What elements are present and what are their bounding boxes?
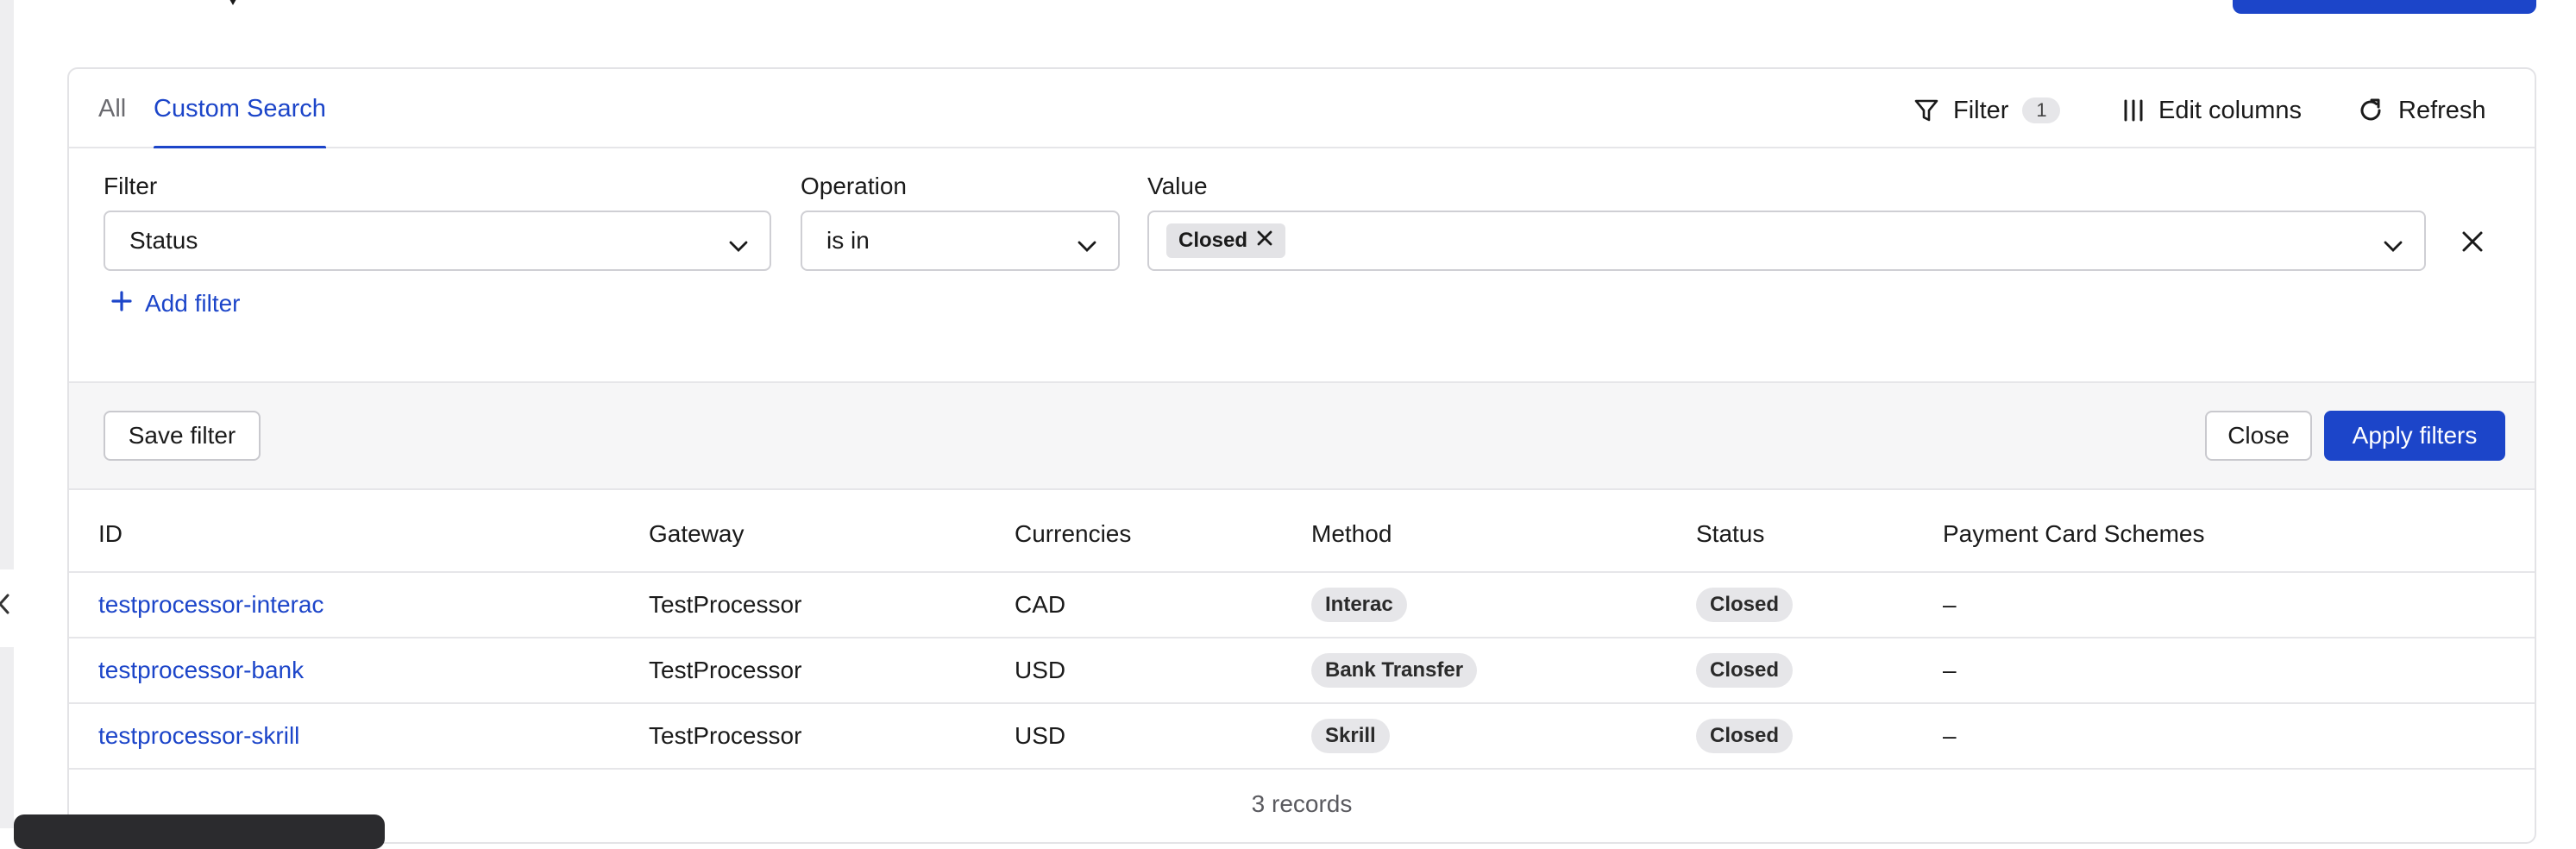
- refresh-icon: [2357, 97, 2384, 124]
- value-chip: Closed: [1166, 223, 1286, 258]
- filter-button[interactable]: Filter 1: [1913, 90, 2061, 131]
- filter-action-bar: Save filter Close Apply filters: [69, 383, 2535, 490]
- columns-icon: [2122, 98, 2145, 123]
- toast-notification-edge: [14, 814, 385, 849]
- column-header-gateway[interactable]: Gateway: [649, 490, 745, 571]
- filter-field-select[interactable]: Status: [104, 211, 771, 271]
- method-badge: Interac: [1311, 588, 1407, 622]
- status-badge: Closed: [1696, 719, 1794, 753]
- chevron-down-icon: [1077, 233, 1097, 261]
- table-row[interactable]: testprocessor-bank TestProcessor USD Ban…: [69, 638, 2535, 704]
- payment-methods-card: All Custom Search Filter 1 Edit columns …: [67, 67, 2536, 844]
- row-gateway: TestProcessor: [649, 657, 802, 683]
- chevron-down-icon: [2383, 233, 2403, 261]
- refresh-button[interactable]: Refresh: [2357, 90, 2486, 131]
- page-title-fragment: [221, 0, 290, 7]
- remove-filter-close-icon[interactable]: [2455, 224, 2490, 259]
- close-icon[interactable]: [1256, 229, 1273, 253]
- apply-filters-button[interactable]: Apply filters: [2324, 411, 2505, 461]
- row-gateway: TestProcessor: [649, 591, 802, 618]
- operation-select[interactable]: is in: [801, 211, 1120, 271]
- column-header-method[interactable]: Method: [1311, 490, 1392, 571]
- value-chip-label: Closed: [1178, 229, 1248, 252]
- edit-columns-button[interactable]: Edit columns: [2122, 90, 2302, 131]
- row-id-link[interactable]: testprocessor-interac: [98, 591, 324, 619]
- operation-label: Operation: [801, 173, 907, 199]
- record-count: 3 records: [1251, 790, 1353, 817]
- close-button[interactable]: Close: [2205, 411, 2312, 461]
- save-filter-button[interactable]: Save filter: [104, 411, 261, 461]
- table-row[interactable]: testprocessor-interac TestProcessor CAD …: [69, 573, 2535, 638]
- column-header-status[interactable]: Status: [1696, 490, 1764, 571]
- results-table: ID Gateway Currencies Method Status Paym…: [69, 490, 2535, 770]
- edit-columns-label: Edit columns: [2158, 96, 2303, 124]
- row-currencies: USD: [1015, 657, 1066, 683]
- filter-field-value: Status: [129, 227, 198, 254]
- tab-all[interactable]: All: [98, 95, 126, 148]
- operation-value: is in: [826, 227, 870, 254]
- row-payment-card-schemes: –: [1943, 722, 1957, 749]
- column-header-id[interactable]: ID: [98, 490, 123, 571]
- add-filter-label: Add filter: [145, 290, 241, 317]
- status-badge: Closed: [1696, 588, 1794, 622]
- chevron-down-icon: [728, 233, 749, 261]
- row-id-link[interactable]: testprocessor-skrill: [98, 722, 299, 750]
- filter-count-badge: 1: [2022, 97, 2061, 123]
- row-payment-card-schemes: –: [1943, 591, 1957, 618]
- method-badge: Bank Transfer: [1311, 653, 1478, 688]
- table-row[interactable]: testprocessor-skrill TestProcessor USD S…: [69, 704, 2535, 770]
- tab-bar: All Custom Search Filter 1 Edit columns …: [69, 69, 2535, 150]
- filter-field-label: Filter: [104, 173, 158, 199]
- row-id-link[interactable]: testprocessor-bank: [98, 657, 304, 684]
- add-filter-button[interactable]: Add filter: [110, 288, 241, 319]
- tab-custom-search[interactable]: Custom Search: [154, 95, 326, 150]
- plus-icon: [110, 290, 133, 318]
- method-badge: Skrill: [1311, 719, 1390, 753]
- row-currencies: USD: [1015, 722, 1066, 749]
- row-currencies: CAD: [1015, 591, 1066, 618]
- column-header-payment-card-schemes[interactable]: Payment Card Schemes: [1943, 490, 2204, 571]
- left-rail: [0, 0, 14, 828]
- column-header-currencies[interactable]: Currencies: [1015, 490, 1131, 571]
- filter-button-label: Filter: [1953, 96, 2009, 124]
- value-label: Value: [1147, 173, 1208, 199]
- value-multiselect[interactable]: Closed: [1147, 211, 2426, 271]
- chevron-left-icon[interactable]: [0, 585, 12, 623]
- status-badge: Closed: [1696, 653, 1794, 688]
- row-gateway: TestProcessor: [649, 722, 802, 749]
- refresh-label: Refresh: [2398, 96, 2486, 124]
- filter-icon: [1913, 97, 1939, 123]
- row-payment-card-schemes: –: [1943, 657, 1957, 683]
- primary-action-button[interactable]: [2233, 0, 2536, 14]
- table-header: ID Gateway Currencies Method Status Paym…: [69, 490, 2535, 573]
